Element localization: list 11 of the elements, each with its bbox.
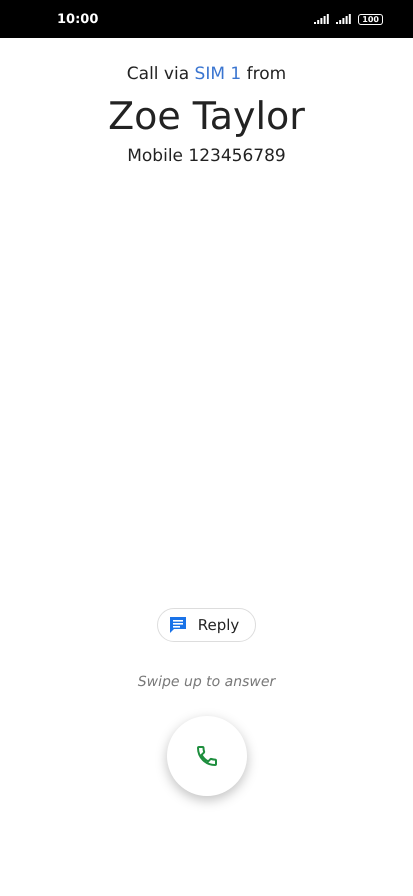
phone-icon — [194, 744, 218, 768]
clock-time: 10:00 — [57, 12, 100, 26]
reply-button[interactable]: Reply — [156, 608, 256, 642]
message-icon — [168, 615, 188, 635]
signal-icon — [314, 14, 330, 24]
swipe-hint: Swipe up to answer — [138, 674, 276, 690]
signal-icon — [336, 14, 352, 24]
call-via-text: Call via SIM 1 from — [126, 64, 286, 84]
battery-icon: 100 — [358, 14, 383, 24]
caller-number: Mobile 123456789 — [127, 146, 286, 166]
caller-name: Zoe Taylor — [108, 94, 305, 138]
